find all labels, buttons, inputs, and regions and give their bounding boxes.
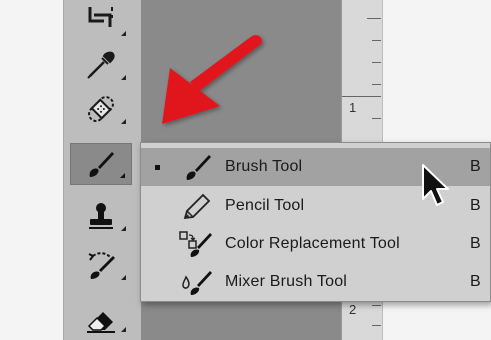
tool-group-indicator bbox=[121, 275, 126, 280]
eraser-tool-button[interactable] bbox=[70, 296, 132, 338]
menu-item-label: Brush Tool bbox=[225, 158, 303, 175]
mixer-brush-icon bbox=[182, 271, 212, 295]
bandage-icon bbox=[88, 96, 114, 122]
menu-item-mixer-brush-tool[interactable]: Mixer Brush Tool B bbox=[141, 263, 490, 301]
selected-bullet-icon bbox=[155, 165, 160, 170]
ruler-tick bbox=[372, 325, 381, 326]
eyedropper-tool-button[interactable] bbox=[70, 44, 132, 86]
menu-item-label: Color Replacement Tool bbox=[225, 235, 400, 252]
menu-item-shortcut: B bbox=[470, 235, 481, 252]
brush-tool-button[interactable] bbox=[70, 143, 132, 185]
menu-item-shortcut: B bbox=[470, 273, 481, 290]
menu-item-label: Pencil Tool bbox=[225, 197, 305, 214]
history-brush-tool-button[interactable] bbox=[70, 244, 132, 286]
tool-group-indicator bbox=[121, 75, 126, 80]
eyedropper-icon bbox=[87, 51, 115, 79]
brush-icon bbox=[186, 155, 211, 180]
menu-item-label: Mixer Brush Tool bbox=[225, 273, 348, 290]
red-arrow-annotation bbox=[162, 35, 262, 124]
tool-group-indicator bbox=[121, 226, 126, 231]
brush-icon bbox=[89, 152, 114, 177]
color-replacement-icon bbox=[179, 231, 212, 257]
history-brush-icon bbox=[88, 252, 115, 279]
ruler-tick bbox=[372, 84, 381, 85]
tool-group-indicator bbox=[121, 327, 126, 332]
tool-group-indicator bbox=[120, 173, 125, 178]
ruler-tick bbox=[367, 18, 381, 19]
mouse-pointer-icon bbox=[422, 164, 449, 206]
marquee-tool-button[interactable] bbox=[70, 0, 132, 42]
ruler-tick bbox=[342, 96, 381, 97]
healing-brush-tool-button[interactable] bbox=[70, 88, 132, 130]
stamp-icon bbox=[89, 203, 113, 229]
tool-group-indicator bbox=[121, 119, 126, 124]
menu-item-shortcut: B bbox=[470, 158, 481, 175]
ruler-tick bbox=[372, 40, 381, 41]
ruler-label: 2 bbox=[349, 302, 357, 317]
ruler-tick bbox=[372, 305, 381, 306]
clone-stamp-tool-button[interactable] bbox=[70, 195, 132, 237]
ruler-tick bbox=[372, 118, 381, 119]
ruler-tick bbox=[372, 62, 381, 63]
eraser-icon bbox=[87, 312, 115, 333]
tool-group-indicator bbox=[121, 31, 126, 36]
menu-item-shortcut: B bbox=[470, 197, 481, 214]
pencil-icon bbox=[183, 193, 211, 220]
marquee-crop-icon bbox=[88, 7, 113, 27]
ruler-label: 1 bbox=[349, 100, 357, 115]
menu-item-color-replacement-tool[interactable]: Color Replacement Tool B bbox=[141, 225, 490, 263]
